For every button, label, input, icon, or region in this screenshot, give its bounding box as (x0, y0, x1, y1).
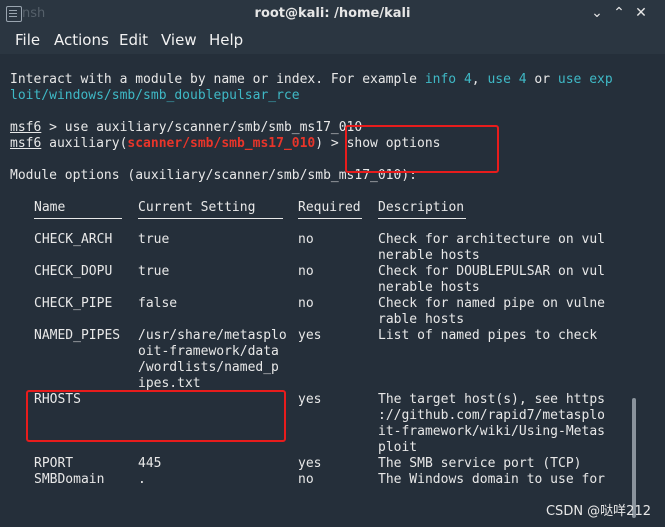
title-bar: nsh root@kali: /home/kali ⌄ ⌃ ✕ (0, 0, 665, 27)
option-name: SMBDomain (34, 472, 105, 487)
close-icon[interactable]: ✕ (632, 4, 650, 22)
option-description: Check for named pipe on vulne (378, 296, 605, 311)
header-name: Name (34, 200, 66, 215)
option-description: Check for DOUBLEPULSAR on vul (378, 264, 605, 279)
option-required: yes (298, 456, 322, 471)
header-current-setting: Current Setting (138, 200, 256, 215)
hint-use-exploit: use exp (557, 72, 613, 87)
terminal-output[interactable]: Interact with a module by name or index.… (0, 54, 665, 527)
option-setting: /usr/share/metasplo (138, 328, 287, 343)
option-required: yes (298, 328, 322, 343)
option-description: ploit (378, 440, 418, 455)
terminal-window: nsh root@kali: /home/kali ⌄ ⌃ ✕ File Act… (0, 0, 665, 527)
option-name: NAMED_PIPES (34, 328, 121, 343)
option-description: it-framework/wiki/Using-Metas (378, 424, 605, 439)
option-description: The SMB service port (TCP) (378, 456, 582, 471)
highlight-rhosts (26, 390, 286, 442)
module-path: scanner/smb/smb_ms17_010 (127, 136, 316, 151)
option-description: The Windows domain to use for (378, 472, 605, 487)
msf-prompt: msf6 (10, 120, 42, 135)
option-name: CHECK_ARCH (34, 232, 113, 247)
option-description: List of named pipes to check (378, 328, 598, 343)
option-required: no (298, 472, 314, 487)
minimize-icon[interactable]: ⌄ (588, 4, 606, 22)
hint-use: use 4 (487, 72, 527, 87)
option-setting: /wordlists/named_p (138, 360, 279, 375)
header-divider (298, 218, 362, 219)
option-setting: oit-framework/data (138, 344, 279, 359)
maximize-icon[interactable]: ⌃ (610, 4, 628, 22)
intro-line-1: Interact with a module by name or index.… (10, 72, 613, 87)
option-description: Check for architecture on vul (378, 232, 605, 247)
menu-file[interactable]: File (15, 31, 40, 49)
menu-help[interactable]: Help (209, 31, 243, 49)
menu-view[interactable]: View (161, 31, 197, 49)
msf-prompt: msf6 (10, 136, 42, 151)
intro-line-2: loit/windows/smb/smb_doublepulsar_rce (10, 88, 300, 103)
menu-bar: File Actions Edit View Help (0, 27, 665, 54)
option-description: rable hosts (378, 312, 465, 327)
option-name: CHECK_PIPE (34, 296, 113, 311)
menu-edit[interactable]: Edit (119, 31, 148, 49)
option-description: The target host(s), see https (378, 392, 605, 407)
option-setting: . (138, 472, 146, 487)
header-divider (138, 218, 283, 219)
header-required: Required (298, 200, 361, 215)
header-divider (34, 218, 122, 219)
option-name: RPORT (34, 456, 74, 471)
menu-actions[interactable]: Actions (54, 31, 109, 49)
watermark: CSDN @哒咩212 (545, 504, 651, 519)
hint-info: info 4 (424, 72, 472, 87)
window-title: root@kali: /home/kali (254, 6, 411, 21)
option-description: ://github.com/rapid7/metasplo (378, 408, 605, 423)
option-setting: true (138, 232, 170, 247)
option-required: no (298, 264, 314, 279)
prompt-line-1: msf6 > use auxiliary/scanner/smb/smb_ms1… (10, 120, 363, 135)
option-required: no (298, 296, 314, 311)
option-setting: true (138, 264, 170, 279)
option-required: yes (298, 392, 322, 407)
highlight-show-options (345, 125, 499, 173)
option-name: CHECK_DOPU (34, 264, 113, 279)
option-setting: false (138, 296, 178, 311)
option-description: nerable hosts (378, 280, 480, 295)
header-divider (378, 218, 466, 219)
header-description: Description (378, 200, 465, 215)
option-required: no (298, 232, 314, 247)
option-setting: 445 (138, 456, 162, 471)
option-description: nerable hosts (378, 248, 480, 263)
